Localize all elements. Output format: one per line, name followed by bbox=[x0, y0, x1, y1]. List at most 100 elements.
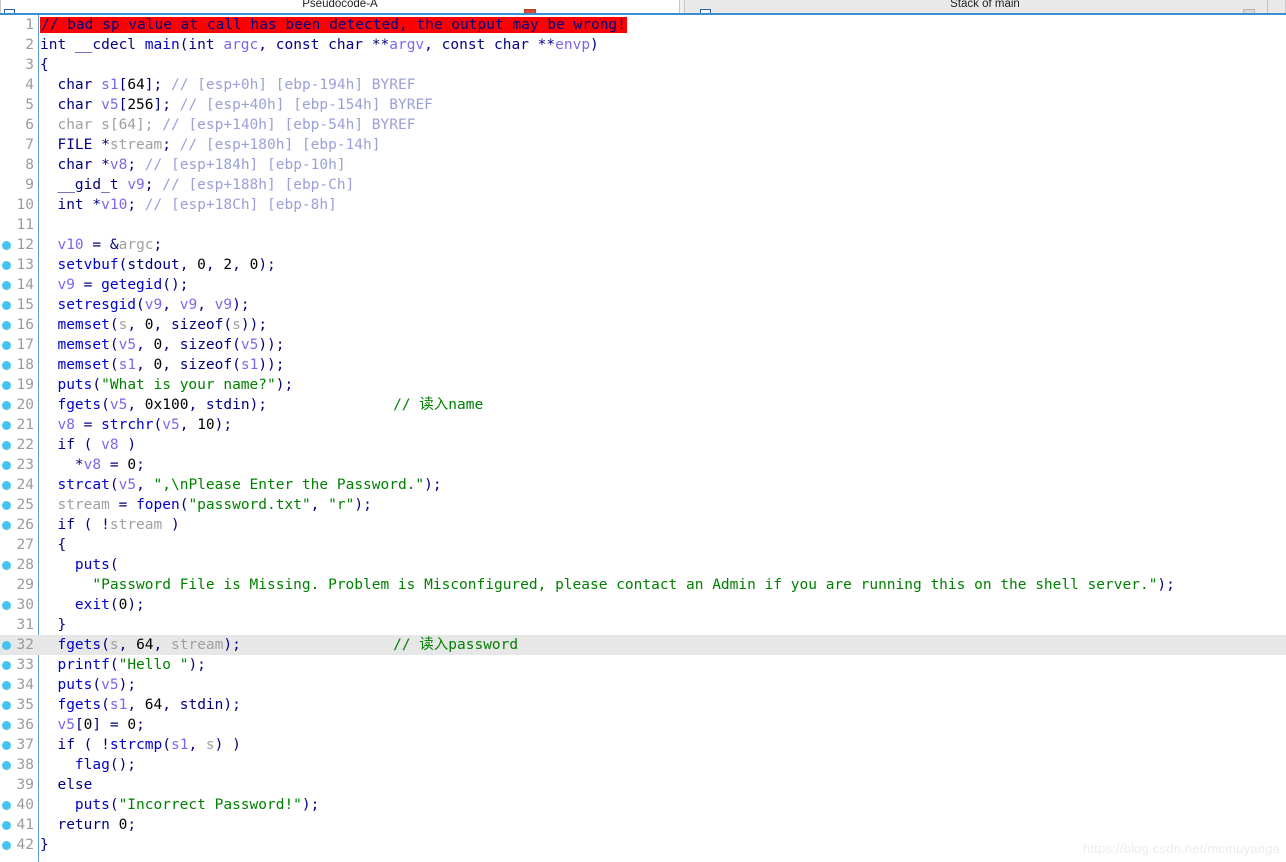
code-line[interactable]: 41 return 0; bbox=[0, 815, 1286, 835]
code-token: // bbox=[162, 177, 188, 193]
code-token: ( bbox=[84, 437, 101, 453]
code-token: strchr bbox=[101, 417, 153, 433]
code-line[interactable]: 4 char s1[64]; // [esp+0h] [ebp-194h] BY… bbox=[0, 75, 1286, 95]
code-token: * bbox=[101, 137, 110, 153]
code-line[interactable]: 36 v5[0] = 0; bbox=[0, 715, 1286, 735]
code-token: )); bbox=[258, 337, 284, 353]
line-number: 40 bbox=[0, 795, 34, 815]
code-line[interactable]: 19 puts("What is your name?"); bbox=[0, 375, 1286, 395]
code-token: , bbox=[127, 397, 144, 413]
line-number: 20 bbox=[0, 395, 34, 415]
code-line[interactable]: 37 if ( !strcmp(s1, s) ) bbox=[0, 735, 1286, 755]
code-token: if bbox=[40, 437, 84, 453]
code-token: v5 bbox=[119, 337, 136, 353]
code-token: main bbox=[145, 37, 180, 53]
code-token: ; bbox=[127, 157, 144, 173]
code-line[interactable]: 34 puts(v5); bbox=[0, 675, 1286, 695]
code-line[interactable]: 11 bbox=[0, 215, 1286, 235]
code-token: v9 bbox=[180, 297, 197, 313]
line-number: 18 bbox=[0, 355, 34, 375]
code-text: memset(s1, 0, sizeof(s1)); bbox=[40, 355, 285, 375]
code-line[interactable]: 42} bbox=[0, 835, 1286, 855]
code-token: s1 bbox=[241, 357, 258, 373]
code-line[interactable]: 17 memset(v5, 0, sizeof(v5)); bbox=[0, 335, 1286, 355]
code-line[interactable]: 20 fgets(v5, 0x100, stdin);// 读入name bbox=[0, 395, 1286, 415]
code-line[interactable]: 13 setvbuf(stdout, 0, 2, 0); bbox=[0, 255, 1286, 275]
code-line[interactable]: 32 fgets(s, 64, stream);// 读入password bbox=[0, 635, 1286, 655]
line-number: 1 bbox=[0, 15, 34, 35]
code-token: 64 bbox=[127, 77, 144, 93]
line-number: 25 bbox=[0, 495, 34, 515]
pseudocode-editor[interactable]: 1// bad sp value at call has been detect… bbox=[0, 15, 1286, 862]
inline-comment: // 读入name bbox=[393, 395, 483, 415]
code-line[interactable]: 15 setresgid(v9, v9, v9); bbox=[0, 295, 1286, 315]
code-token: s1 bbox=[119, 357, 136, 373]
code-token: puts bbox=[57, 377, 92, 393]
code-token: )); bbox=[241, 317, 267, 333]
code-token: "What is your name?" bbox=[101, 377, 276, 393]
line-number: 30 bbox=[0, 595, 34, 615]
code-token: { bbox=[40, 57, 49, 73]
code-token: memset bbox=[57, 317, 109, 333]
tab-stack-of-main[interactable]: Stack of main bbox=[684, 0, 1286, 14]
code-text: } bbox=[40, 835, 49, 855]
code-token: printf bbox=[57, 657, 109, 673]
code-token: = bbox=[110, 497, 136, 513]
code-line[interactable]: 30 exit(0); bbox=[0, 595, 1286, 615]
code-token: 256 bbox=[127, 97, 153, 113]
code-token bbox=[40, 657, 57, 673]
code-text: puts("What is your name?"); bbox=[40, 375, 293, 395]
code-token: argv bbox=[389, 37, 424, 53]
code-token: ( bbox=[110, 477, 119, 493]
code-line[interactable]: 9 __gid_t v9; // [esp+188h] [ebp-Ch] bbox=[0, 175, 1286, 195]
code-token: ) ) bbox=[215, 737, 241, 753]
code-text: fgets(s1, 64, stdin); bbox=[40, 695, 241, 715]
code-line[interactable]: 31 } bbox=[0, 615, 1286, 635]
code-line[interactable]: 18 memset(s1, 0, sizeof(s1)); bbox=[0, 355, 1286, 375]
code-text: if ( !stream ) bbox=[40, 515, 180, 535]
code-line[interactable]: 33 printf("Hello "); bbox=[0, 655, 1286, 675]
code-token: ]; bbox=[154, 97, 180, 113]
code-token: ; bbox=[127, 197, 144, 213]
code-line[interactable]: 1// bad sp value at call has been detect… bbox=[0, 15, 1286, 35]
code-line[interactable]: 16 memset(s, 0, sizeof(s)); bbox=[0, 315, 1286, 335]
code-token: [esp+18Ch] [ebp-8h] bbox=[171, 197, 337, 213]
line-number: 26 bbox=[0, 515, 34, 535]
code-token: ); bbox=[302, 797, 319, 813]
code-line[interactable]: 12 v10 = &argc; bbox=[0, 235, 1286, 255]
code-line[interactable]: 5 char v5[256]; // [esp+40h] [ebp-154h] … bbox=[0, 95, 1286, 115]
code-line[interactable]: 2int __cdecl main(int argc, const char *… bbox=[0, 35, 1286, 55]
code-line[interactable]: 35 fgets(s1, 64, stdin); bbox=[0, 695, 1286, 715]
code-text: memset(s, 0, sizeof(s)); bbox=[40, 315, 267, 335]
code-token: } bbox=[40, 837, 49, 853]
code-line[interactable]: 29 "Password File is Missing. Problem is… bbox=[0, 575, 1286, 595]
code-line[interactable]: 7 FILE *stream; // [esp+180h] [ebp-14h] bbox=[0, 135, 1286, 155]
code-rows: 1// bad sp value at call has been detect… bbox=[0, 15, 1286, 855]
code-line[interactable]: 8 char *v8; // [esp+184h] [ebp-10h] bbox=[0, 155, 1286, 175]
code-line[interactable]: 39 else bbox=[0, 775, 1286, 795]
tab-pseudocode[interactable]: Pseudocode-A bbox=[0, 0, 680, 14]
code-token: ; bbox=[136, 717, 145, 733]
code-line[interactable]: 38 flag(); bbox=[0, 755, 1286, 775]
code-line[interactable]: 40 puts("Incorrect Password!"); bbox=[0, 795, 1286, 815]
code-line[interactable]: 24 strcat(v5, ",\nPlease Enter the Passw… bbox=[0, 475, 1286, 495]
code-line[interactable]: 6 char s[64]; // [esp+140h] [ebp-54h] BY… bbox=[0, 115, 1286, 135]
code-token: , bbox=[188, 397, 205, 413]
code-line[interactable]: 23 *v8 = 0; bbox=[0, 455, 1286, 475]
code-token: ( bbox=[110, 337, 119, 353]
code-line[interactable]: 25 stream = fopen("password.txt", "r"); bbox=[0, 495, 1286, 515]
code-line[interactable]: 14 v9 = getegid(); bbox=[0, 275, 1286, 295]
code-line[interactable]: 26 if ( !stream ) bbox=[0, 515, 1286, 535]
code-text: v5[0] = 0; bbox=[40, 715, 145, 735]
code-line[interactable]: 3{ bbox=[0, 55, 1286, 75]
code-token: s1 bbox=[110, 697, 127, 713]
code-line[interactable]: 10 int *v10; // [esp+18Ch] [ebp-8h] bbox=[0, 195, 1286, 215]
code-text: v10 = &argc; bbox=[40, 235, 162, 255]
line-number: 28 bbox=[0, 555, 34, 575]
code-token bbox=[40, 677, 57, 693]
code-line[interactable]: 22 if ( v8 ) bbox=[0, 435, 1286, 455]
line-number: 24 bbox=[0, 475, 34, 495]
code-line[interactable]: 27 { bbox=[0, 535, 1286, 555]
code-line[interactable]: 21 v8 = strchr(v5, 10); bbox=[0, 415, 1286, 435]
code-line[interactable]: 28 puts( bbox=[0, 555, 1286, 575]
